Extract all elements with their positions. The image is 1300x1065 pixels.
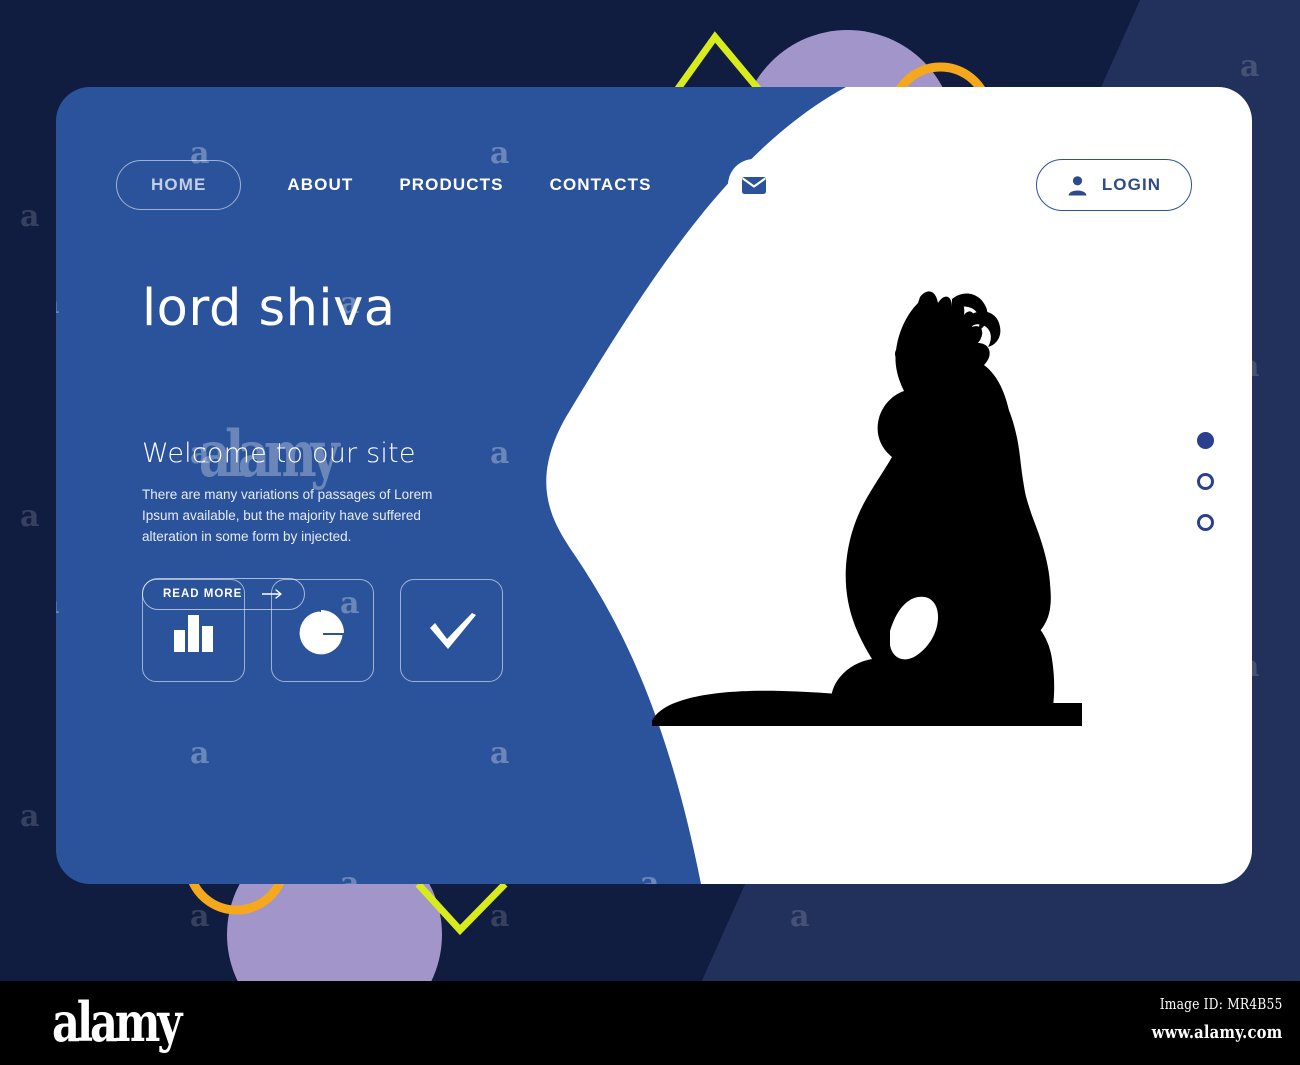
nav-item-home[interactable]: HOME [116, 160, 242, 210]
nav-item-contacts[interactable]: CONTACTS [550, 175, 652, 195]
image-id-label: Image ID: MR4B55 [1159, 995, 1282, 1013]
pie-chart-icon [299, 609, 344, 654]
page-title: lord shiva [142, 279, 396, 338]
hero-text-block: lord shiva Welcome to our site There are… [142, 283, 572, 610]
feature-card-check[interactable] [400, 579, 503, 682]
alamy-footer-bar: alamy Image ID: MR4B55 www.alamy.com [0, 981, 1300, 1065]
nav-item-about[interactable]: ABOUT [287, 175, 353, 195]
feature-icon-row [142, 579, 503, 682]
carousel-dot-2[interactable] [1197, 473, 1214, 490]
login-label: LOGIN [1101, 175, 1162, 194]
carousel-dot-1[interactable] [1197, 432, 1214, 449]
nav-item-products[interactable]: PRODUCTS [399, 175, 503, 195]
mail-button[interactable] [727, 159, 780, 211]
user-icon [1068, 175, 1087, 195]
hero-body-text: There are many variations of passages of… [142, 487, 433, 544]
login-button[interactable]: LOGIN [1036, 159, 1192, 211]
alamy-logo: alamy [52, 990, 182, 1054]
envelope-icon [741, 176, 766, 194]
screenshot-root: a a a a a a a a a a a a a a a a a a a a … [0, 0, 1300, 1065]
alamy-url-label: www.alamy.com [1151, 1022, 1282, 1043]
carousel-dot-3[interactable] [1197, 514, 1214, 531]
feature-card-pie-chart[interactable] [271, 579, 374, 682]
check-icon [429, 612, 476, 649]
footer-meta: Image ID: MR4B55 www.alamy.com [1123, 995, 1282, 1043]
hero-card: a a a a a a a a a a a a a a a a a a a a … [56, 87, 1252, 884]
hero-subtitle: Welcome to our site [142, 438, 416, 469]
feature-card-bar-chart[interactable] [142, 579, 245, 682]
main-navigation: HOME ABOUT PRODUCTS CONTACTS [116, 159, 780, 211]
carousel-dots [1197, 432, 1214, 531]
bar-chart-icon [173, 614, 213, 652]
